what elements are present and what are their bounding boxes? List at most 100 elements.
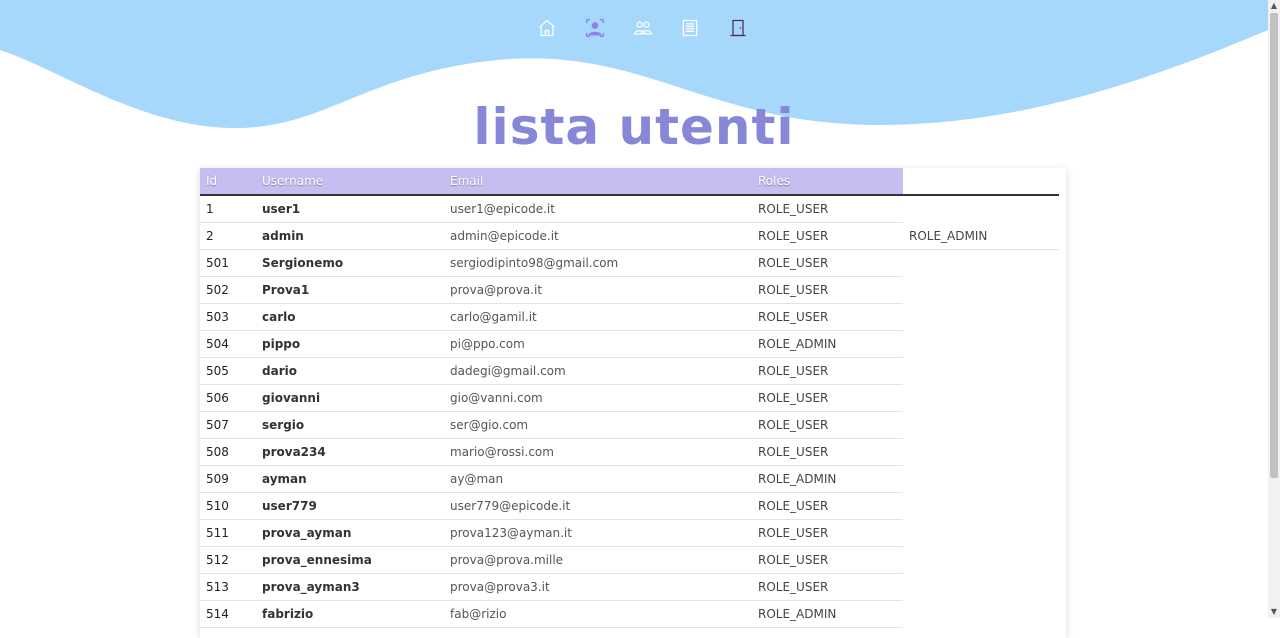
cell-email: mario@rossi.com (444, 438, 752, 466)
cell-id: 509 (200, 465, 256, 493)
cell-id: 2 (200, 222, 256, 250)
cell-email: prova123@ayman.it (444, 519, 752, 547)
table-row: 511 prova_ayman prova123@ayman.it ROLE_USER (200, 519, 1059, 547)
cell-role: ROLE_USER (752, 546, 903, 574)
page-title: lista utenti (473, 98, 795, 156)
cell-username: user779 (256, 492, 444, 520)
cell-role: ROLE_USER (752, 249, 903, 277)
cell-username: Sergionemo (256, 249, 444, 277)
cell-username: Prova1 (256, 276, 444, 304)
cell-id: 505 (200, 357, 256, 385)
cell-id: 511 (200, 519, 256, 547)
users-icon[interactable] (631, 16, 655, 40)
cell-role: ROLE_USER (752, 573, 903, 601)
cell-email: user1@epicode.it (444, 195, 752, 223)
cell-email: admin@epicode.it (444, 222, 752, 250)
header-id: Id (200, 168, 256, 196)
cell-extra-role (903, 304, 1059, 331)
table-row: 1 user1 user1@epicode.it ROLE_USER (200, 195, 1059, 223)
cell-email: user779@epicode.it (444, 492, 752, 520)
table-row: 513 prova_ayman3 prova@prova3.it ROLE_USER (200, 573, 1059, 601)
cell-extra-role (903, 195, 1059, 223)
cell-email: prova@prova.it (444, 276, 752, 304)
table-row: 512 prova_ennesima prova@prova.mille ROLE_U… (200, 546, 1059, 574)
cell-extra-role (903, 385, 1059, 412)
cell-username: fabrizio (256, 600, 444, 628)
cell-role: ROLE_USER (752, 384, 903, 412)
cell-role: ROLE_USER (752, 411, 903, 439)
scroll-up-arrow-icon[interactable]: ▲ (1268, 0, 1280, 12)
cell-email: prova@prova.mille (444, 546, 752, 574)
table-body: 1 user1 user1@epicode.it ROLE_USER 2 admin adm… (200, 195, 1059, 628)
scrollbar-thumb[interactable] (1270, 13, 1278, 478)
cell-role: ROLE_USER (752, 195, 903, 223)
table-header-row: Id Username Email Roles (200, 168, 1059, 196)
cell-email: dadegi@gmail.com (444, 357, 752, 385)
cell-id: 1 (200, 195, 256, 223)
cell-username: admin (256, 222, 444, 250)
cell-email: gio@vanni.com (444, 384, 752, 412)
page-scrollbar[interactable]: ▲ ▼ (1268, 0, 1280, 618)
cell-username: pippo (256, 330, 444, 358)
cell-username: prova_ayman (256, 519, 444, 547)
cell-username: carlo (256, 303, 444, 331)
cell-extra-role (903, 547, 1059, 574)
cell-extra-role (903, 574, 1059, 601)
cell-email: sergiodipinto98@gmail.com (444, 249, 752, 277)
cell-role: ROLE_ADMIN (752, 465, 903, 493)
table-row: 505 dario dadegi@gmail.com ROLE_USER (200, 357, 1059, 385)
table-row: 507 sergio ser@gio.com ROLE_USER (200, 411, 1059, 439)
logout-door-icon[interactable] (726, 16, 750, 40)
header-email: Email (444, 168, 752, 196)
cell-extra-role (903, 358, 1059, 385)
users-table-card: Id Username Email Roles 1 user1 user1@epic… (200, 168, 1066, 638)
cell-extra-role (903, 520, 1059, 547)
cell-id: 514 (200, 600, 256, 628)
table-row: 514 fabrizio fab@rizio ROLE_ADMIN (200, 600, 1059, 628)
cell-role: ROLE_USER (752, 276, 903, 304)
cell-role: ROLE_USER (752, 222, 903, 250)
cell-role: ROLE_USER (752, 357, 903, 385)
user-profile-icon[interactable] (583, 16, 607, 40)
cell-email: ay@man (444, 465, 752, 493)
table-row: 501 Sergionemo sergiodipinto98@gmail.com RO… (200, 249, 1059, 277)
table-row: 508 prova234 mario@rossi.com ROLE_USER (200, 438, 1059, 466)
table-row: 2 admin admin@epicode.it ROLE_USER ROLE_ADMI… (200, 222, 1059, 250)
cell-id: 506 (200, 384, 256, 412)
cell-id: 503 (200, 303, 256, 331)
cell-extra-role (903, 277, 1059, 304)
cell-email: prova@prova3.it (444, 573, 752, 601)
users-table: Id Username Email Roles 1 user1 user1@epic… (200, 168, 1059, 628)
table-row: 503 carlo carlo@gamil.it ROLE_USER (200, 303, 1059, 331)
header-roles: Roles (752, 168, 903, 196)
cell-extra-role (903, 250, 1059, 277)
table-row: 502 Prova1 prova@prova.it ROLE_USER (200, 276, 1059, 304)
scroll-down-arrow-icon[interactable]: ▼ (1268, 606, 1280, 618)
cell-id: 502 (200, 276, 256, 304)
cell-username: sergio (256, 411, 444, 439)
header-extra-role (903, 168, 1059, 196)
table-row: 510 user779 user779@epicode.it ROLE_USER (200, 492, 1059, 520)
header-username: Username (256, 168, 444, 196)
cell-username: user1 (256, 195, 444, 223)
cell-extra-role (903, 601, 1059, 628)
table-row: 506 giovanni gio@vanni.com ROLE_USER (200, 384, 1059, 412)
home-icon[interactable] (535, 16, 559, 40)
cell-extra-role: ROLE_ADMIN (903, 222, 1059, 250)
cell-id: 510 (200, 492, 256, 520)
cell-role: ROLE_USER (752, 492, 903, 520)
cell-email: fab@rizio (444, 600, 752, 628)
cell-extra-role (903, 331, 1059, 358)
top-nav (535, 16, 750, 40)
cell-email: carlo@gamil.it (444, 303, 752, 331)
cell-username: prova_ayman3 (256, 573, 444, 601)
cell-username: prova234 (256, 438, 444, 466)
cell-username: giovanni (256, 384, 444, 412)
cell-role: ROLE_ADMIN (752, 600, 903, 628)
cell-email: ser@gio.com (444, 411, 752, 439)
cell-extra-role (903, 412, 1059, 439)
cell-id: 508 (200, 438, 256, 466)
cell-role: ROLE_USER (752, 303, 903, 331)
cell-role: ROLE_USER (752, 519, 903, 547)
list-icon[interactable] (678, 16, 702, 40)
